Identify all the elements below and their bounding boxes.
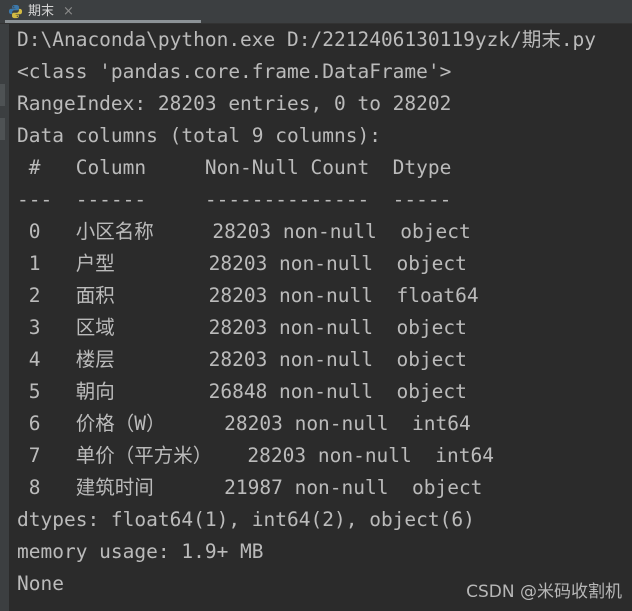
console-line: memory usage: 1.9+ MB	[17, 540, 264, 563]
run-toolbar-gutter[interactable]	[0, 24, 9, 611]
console-line: 5 朝向 26848 non-null object	[17, 380, 467, 403]
watermark: CSDN @米码收割机	[466, 582, 622, 602]
console-line: 1 户型 28203 non-null object	[17, 252, 467, 275]
console-line: --- ------ -------------- -----	[17, 188, 452, 211]
console-line: 3 区域 28203 non-null object	[17, 316, 467, 339]
ide-run-window: 期末 × D:\Anaconda\python.exe D:/221240613…	[0, 0, 632, 611]
console-line: RangeIndex: 28203 entries, 0 to 28202	[17, 92, 452, 115]
console-line: 7 单价（平方米） 28203 non-null int64	[17, 444, 494, 467]
console-line: 6 价格（W） 28203 non-null int64	[17, 412, 471, 435]
console-line: 2 面积 28203 non-null float64	[17, 284, 479, 307]
toolbar-button-2-icon[interactable]	[0, 118, 5, 140]
console-line: 4 楼层 28203 non-null object	[17, 348, 467, 371]
close-icon[interactable]: ×	[63, 5, 74, 18]
tab-label: 期末	[28, 4, 55, 19]
console-line: <class 'pandas.core.frame.DataFrame'>	[17, 60, 452, 83]
console-line: Data columns (total 9 columns):	[17, 124, 381, 147]
toolbar-button-1-icon[interactable]	[0, 84, 5, 106]
tab-bar: 期末 ×	[0, 0, 632, 24]
console-line: 0 小区名称 28203 non-null object	[17, 220, 471, 243]
console-line: 8 建筑时间 21987 non-null object	[17, 476, 483, 499]
console-line: # Column Non-Null Count Dtype	[17, 156, 452, 179]
console-output-panel[interactable]: D:\Anaconda\python.exe D:/2212406130119y…	[9, 24, 632, 611]
console-lines: D:\Anaconda\python.exe D:/2212406130119y…	[17, 24, 632, 600]
console-line: dtypes: float64(1), int64(2), object(6)	[17, 508, 475, 531]
active-tab-underline	[5, 20, 201, 23]
console-line: D:\Anaconda\python.exe D:/2212406130119y…	[17, 28, 597, 51]
python-file-icon	[8, 4, 23, 19]
